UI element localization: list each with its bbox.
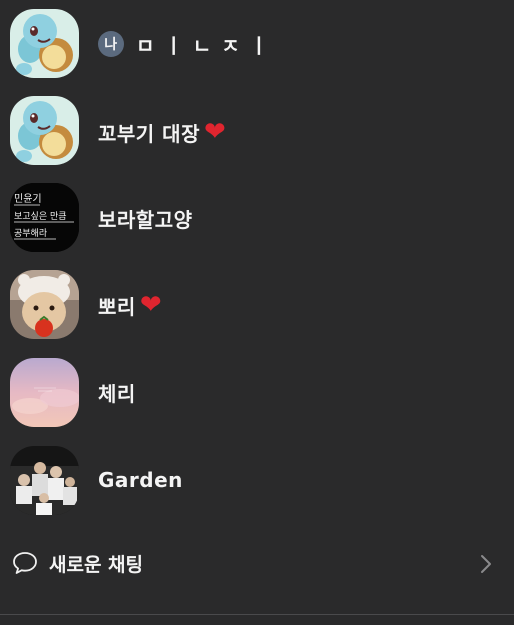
new-chat-label: 새로운 채팅 (49, 553, 144, 576)
chat-name-text: 보라할고양 (98, 207, 193, 232)
chat-row-1[interactable]: 나 ㅁㅣㄴㅈㅣ (0, 0, 514, 88)
chat-name: 나 ㅁㅣㄴㅈㅣ (98, 30, 278, 59)
squirtle-avatar (10, 9, 79, 78)
chat-name-text: 뽀리 (98, 294, 136, 319)
cat-avatar (10, 270, 79, 339)
chat-name: 꼬부기 대장 ❤ (98, 118, 226, 147)
chat-name: 보라할고양 (98, 204, 193, 233)
chat-name-text: Garden (98, 468, 183, 492)
squirtle-avatar (10, 96, 79, 165)
chat-row-6[interactable]: Garden (0, 436, 514, 524)
chat-name-text: 꼬부기 대장 (98, 121, 200, 146)
chat-name: 뽀리 ❤ (98, 291, 162, 320)
chat-name: Garden (98, 468, 183, 492)
avatar-text-line-3: 공부해라 (14, 228, 48, 239)
chat-row-4[interactable]: 뽀리 ❤ (0, 261, 514, 349)
chat-bubble-icon (13, 552, 37, 574)
new-chat-button[interactable]: 새로운 채팅 (0, 535, 514, 591)
chat-name-text: ㅁㅣㄴㅈㅣ (136, 33, 278, 58)
divider (0, 614, 514, 615)
heart-icon: ❤ (139, 290, 163, 320)
chat-name-text: 체리 (98, 381, 136, 406)
chat-row-3[interactable]: 민윤기 보고싶은 만큼 공부해라 보라할고양 (0, 174, 514, 262)
me-badge: 나 (98, 31, 124, 57)
chat-row-2[interactable]: 꼬부기 대장 ❤ (0, 88, 514, 176)
avatar-text-line-2: 보고싶은 만큼 (14, 211, 67, 222)
chat-row-5[interactable]: 체리 (0, 348, 514, 436)
heart-icon: ❤ (203, 117, 227, 147)
pink-sky-avatar (10, 358, 79, 427)
chat-name: 체리 (98, 378, 136, 407)
avatar-text-line-1: 민윤기 (14, 193, 42, 205)
group-photo-avatar (10, 446, 79, 515)
text-note-avatar: 민윤기 보고싶은 만큼 공부해라 (10, 183, 79, 252)
chevron-right-icon (481, 555, 491, 573)
